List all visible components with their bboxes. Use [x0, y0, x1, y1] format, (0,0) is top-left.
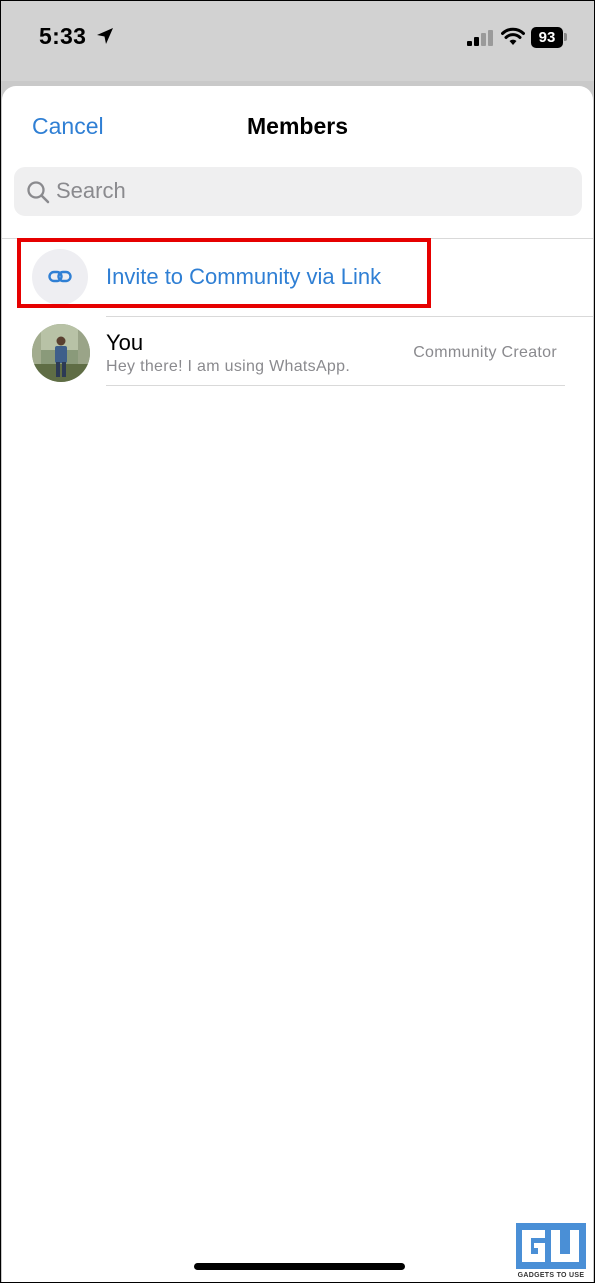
watermark-caption: GADGETS TO USE: [517, 1272, 585, 1279]
member-role-badge: Community Creator: [413, 344, 557, 361]
member-name: You: [106, 330, 144, 355]
member-row[interactable]: You Hey there! I am using WhatsApp. Comm…: [2, 317, 593, 387]
battery-tip: [564, 33, 567, 41]
page-title: Members: [247, 113, 348, 139]
screen-frame: 5:33 93 Cancel Members Search Invite to …: [0, 0, 595, 1283]
search-bar[interactable]: [14, 167, 582, 216]
search-input[interactable]: [56, 176, 556, 206]
members-sheet: Cancel Members Invite to Community via L…: [2, 86, 593, 1282]
watermark-logo: GADGETS TO USE: [512, 1220, 590, 1282]
wifi-icon: [501, 27, 525, 45]
cellular-signal-icon: [467, 30, 493, 46]
search-icon: [27, 181, 50, 204]
member-status: Hey there! I am using WhatsApp.: [106, 358, 351, 375]
location-arrow-icon: [97, 28, 113, 44]
battery-level: 93: [538, 29, 556, 46]
divider: [106, 385, 565, 386]
avatar: [32, 324, 90, 382]
battery-icon: 93: [531, 27, 563, 48]
status-time: 5:33: [39, 23, 87, 49]
home-indicator: [194, 1263, 405, 1270]
status-bar: 5:33 93: [1, 1, 594, 81]
invite-via-link-button[interactable]: [17, 238, 431, 308]
